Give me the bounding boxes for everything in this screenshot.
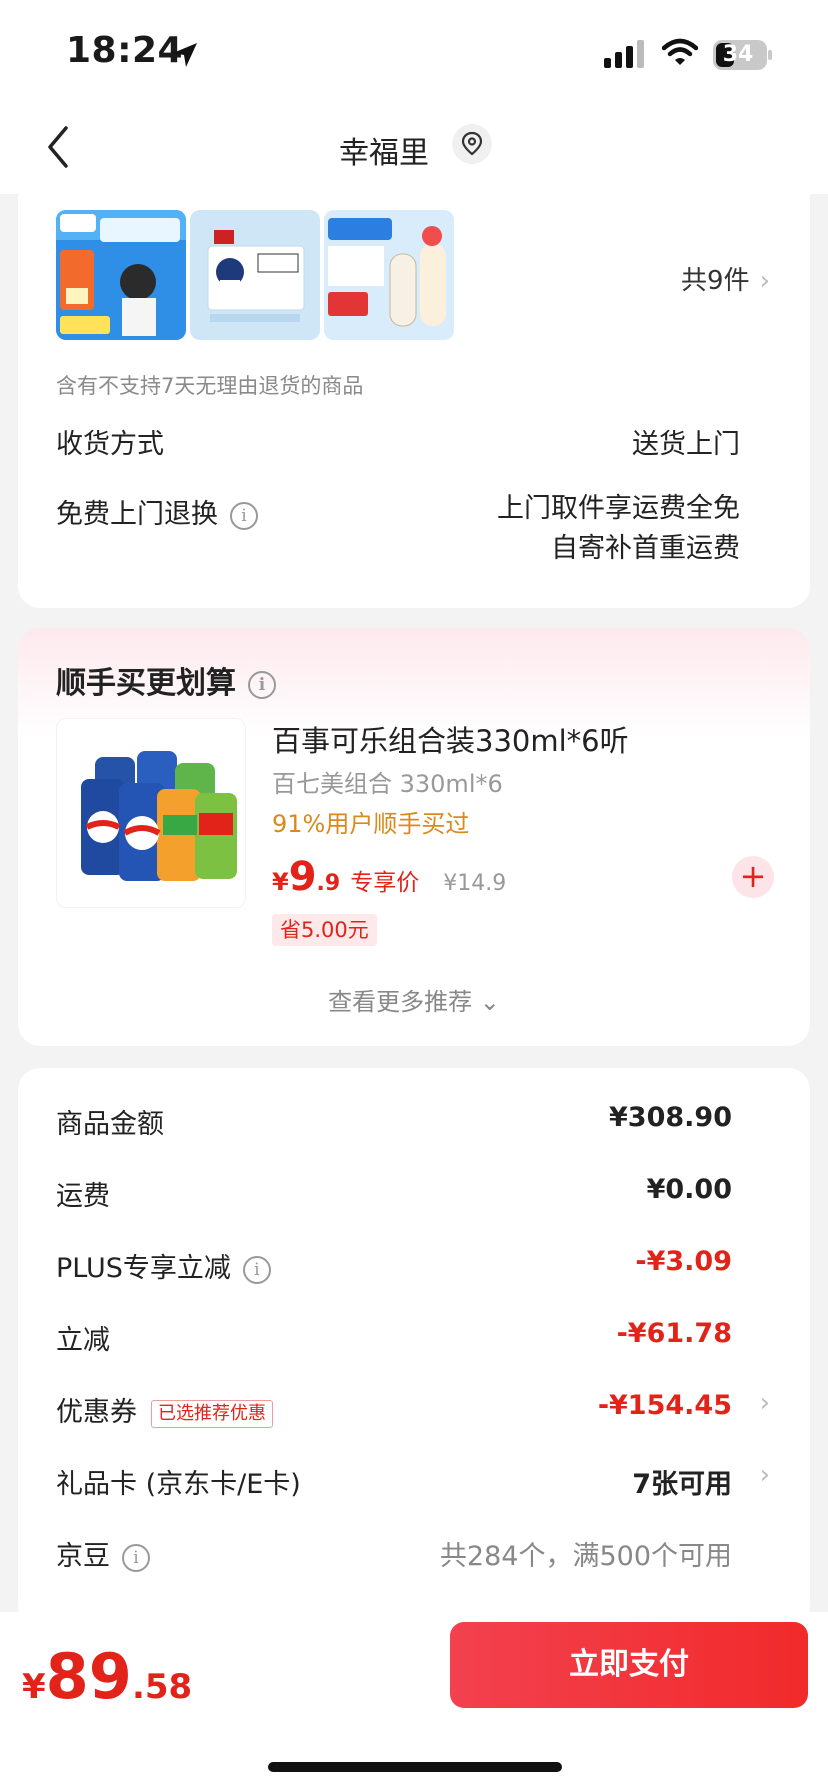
product-price: ¥9.9 专享价 ¥14.9 [272, 854, 506, 900]
product-variant: 百七美组合 330ml*6 [272, 770, 503, 798]
free-return-value-1: 上门取件享运费全免 [497, 493, 740, 524]
signal-icon [604, 40, 644, 68]
summary-label-shipping: 运费 [56, 1181, 110, 1212]
summary-value-giftcard[interactable]: 7张可用 [632, 1462, 732, 1501]
page-title: 幸福里 [0, 128, 768, 172]
summary-value-discount: -¥61.78 [616, 1318, 732, 1349]
home-indicator [268, 1762, 562, 1772]
product-image [324, 210, 454, 340]
summary-value-goods: ¥308.90 [609, 1102, 732, 1133]
status-time: 18:24 [66, 30, 184, 71]
info-icon[interactable]: i [122, 1543, 150, 1572]
free-return-value-2: 自寄补首重运费 [551, 533, 740, 564]
address-title[interactable]: 幸福里 [339, 128, 429, 172]
chevron-down-icon: ⌄ [479, 988, 500, 1016]
product-image [56, 210, 186, 340]
jd-beans-label: 京豆 [56, 1541, 110, 1572]
info-icon[interactable]: i [248, 670, 276, 699]
price-integer: 9 [288, 854, 317, 900]
pay-now-button[interactable]: 立即支付 [450, 1622, 808, 1708]
coupon-tag: 已选推荐优惠 [151, 1399, 273, 1428]
chevron-right-icon[interactable]: › [760, 1388, 770, 1418]
return-notice: 含有不支持7天无理由退货的商品 [56, 374, 364, 398]
price-tag: 专享价 [350, 870, 420, 896]
wifi-icon [662, 38, 698, 65]
summary-value-jd-beans: 共284个，满500个可用 [439, 1541, 732, 1572]
product-thumbnail[interactable] [56, 210, 186, 340]
free-return-text: 免费上门退换 [56, 499, 218, 530]
location-pin-icon [461, 131, 483, 156]
price-decimal: .9 [316, 871, 341, 896]
summary-label-plus: PLUS专享立减 i [56, 1246, 271, 1285]
product-image[interactable] [56, 718, 246, 908]
total-decimal: .58 [131, 1667, 193, 1707]
soda-cans-image [81, 751, 237, 881]
total-integer: 89 [45, 1640, 132, 1713]
chevron-right-icon[interactable]: › [760, 1460, 770, 1490]
recommend-card: 顺手买更划算 i 百事可乐组合装330ml*6听 百七美组合 330ml*6 91… [18, 628, 810, 1046]
price-symbol: ¥ [272, 868, 289, 896]
product-thumbnail[interactable] [324, 210, 454, 340]
summary-label-discount: 立减 [56, 1325, 110, 1356]
location-button[interactable] [452, 124, 492, 164]
chevron-right-icon: › [759, 266, 770, 296]
summary-label-goods: 商品金额 [56, 1109, 164, 1140]
price-summary-card: 商品金额 ¥308.90 运费 ¥0.00 PLUS专享立减 i -¥3.09 立… [18, 1068, 810, 1628]
info-icon[interactable]: i [242, 1255, 271, 1284]
summary-value-shipping: ¥0.00 [646, 1174, 732, 1205]
item-count[interactable]: 共9件 › [681, 260, 770, 297]
original-price: ¥14.9 [443, 871, 507, 896]
free-return-label: 免费上门退换 i [56, 492, 258, 531]
more-recommend-text: 查看更多推荐 [328, 988, 473, 1016]
checkout-bar: ¥89.58 立即支付 [0, 1612, 828, 1792]
product-popularity: 91%用户顺手买过 [272, 810, 470, 838]
recommend-title: 顺手买更划算 i [56, 658, 276, 702]
product-name[interactable]: 百事可乐组合装330ml*6听 [272, 718, 629, 760]
product-image [190, 210, 320, 340]
add-to-cart-button[interactable]: + [732, 856, 774, 898]
plus-discount-label: PLUS专享立减 [56, 1253, 231, 1284]
delivery-value[interactable]: 送货上门 [632, 422, 740, 461]
delivery-label: 收货方式 [56, 429, 164, 460]
more-recommend-link[interactable]: 查看更多推荐 ⌄ [18, 982, 810, 1017]
product-thumbnail[interactable] [190, 210, 320, 340]
summary-value-plus: -¥3.09 [635, 1246, 732, 1277]
location-arrow-icon [173, 43, 197, 67]
status-bar: 18:24 34 [0, 0, 828, 100]
total-symbol: ¥ [22, 1667, 46, 1707]
coupon-label: 优惠券 [56, 1397, 137, 1428]
info-icon[interactable]: i [230, 501, 258, 530]
summary-label-giftcard[interactable]: 礼品卡 (京东卡/E卡) [56, 1462, 301, 1501]
summary-value-coupon[interactable]: -¥154.45 [598, 1390, 732, 1421]
recommend-title-text: 顺手买更划算 [56, 666, 236, 701]
plus-icon: + [739, 857, 767, 895]
summary-label-jd-beans: 京豆 i [56, 1534, 150, 1573]
battery-level: 34 [722, 42, 754, 67]
total-price: ¥89.58 [22, 1640, 192, 1713]
summary-label-coupon[interactable]: 优惠券 已选推荐优惠 [56, 1390, 273, 1429]
item-count-label: 共9件 [681, 266, 750, 296]
order-items-card: 共9件 › 含有不支持7天无理由退货的商品 收货方式 送货上门 免费上门退换 i 上… [18, 180, 810, 608]
save-badge: 省5.00元 [272, 914, 377, 946]
